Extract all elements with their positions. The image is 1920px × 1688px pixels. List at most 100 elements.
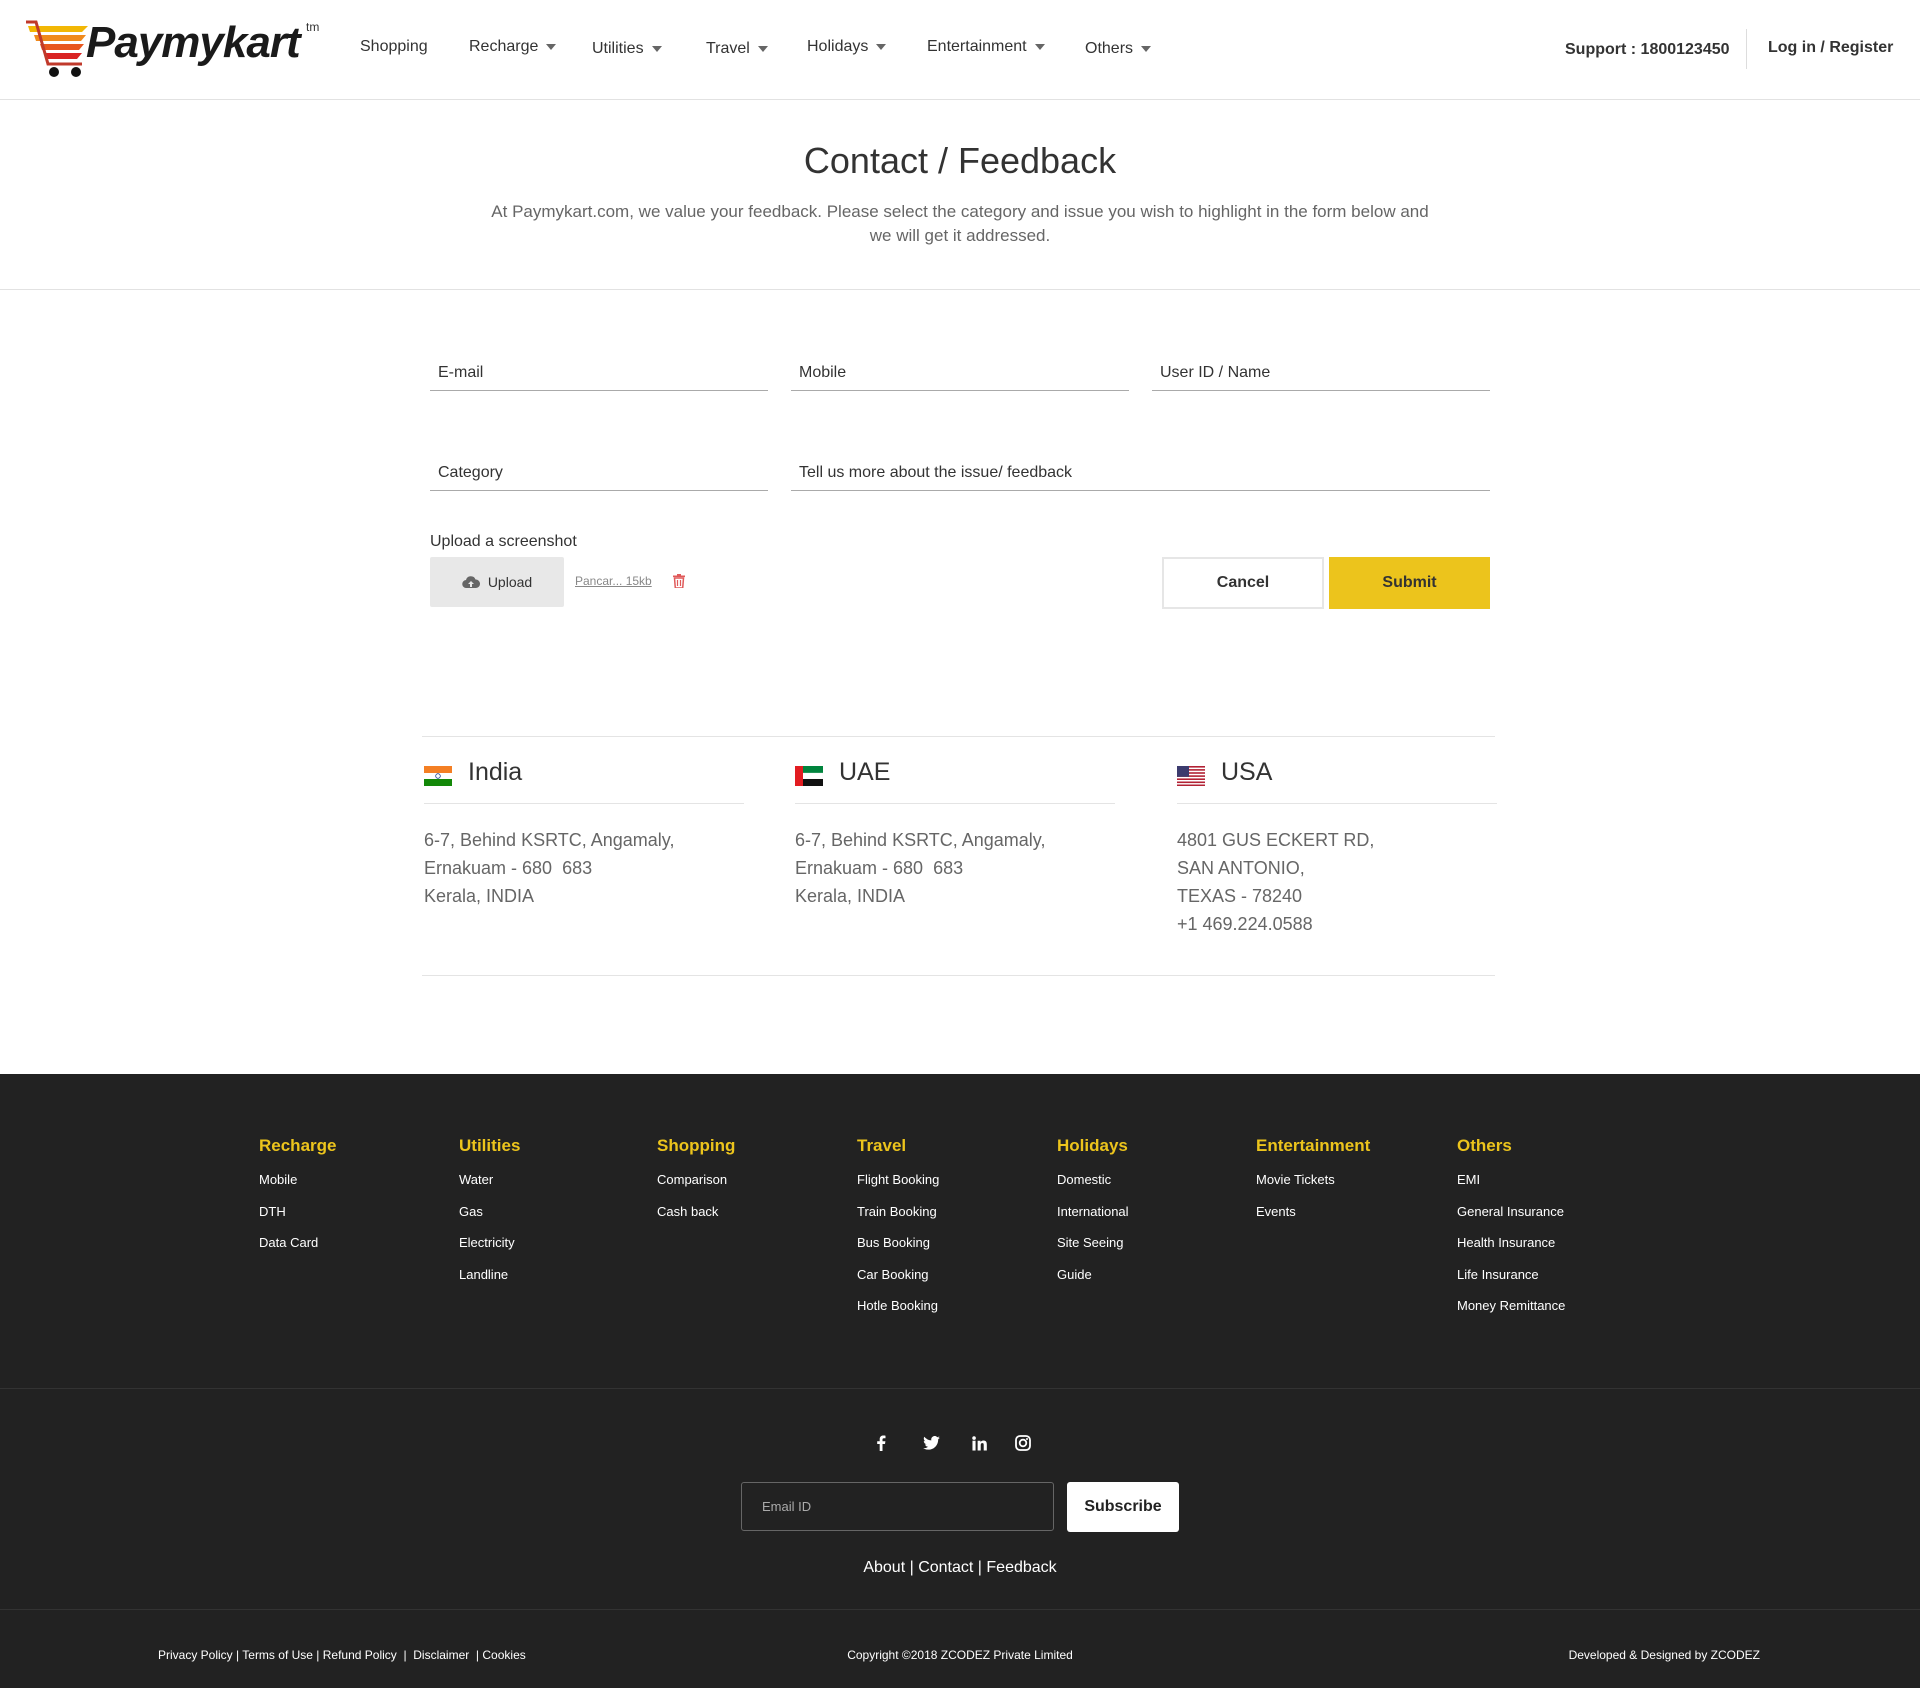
nav-others[interactable]: Others	[1085, 40, 1152, 58]
footer-link[interactable]: Domestic	[1057, 1164, 1129, 1196]
footer-link[interactable]: Gas	[459, 1196, 520, 1228]
category-input[interactable]	[430, 456, 768, 490]
footer-link[interactable]: Flight Booking	[857, 1164, 939, 1196]
nav-entertainment[interactable]: Entertainment	[927, 38, 1045, 56]
login-register-link[interactable]: Log in / Register	[1768, 39, 1893, 57]
footer-link[interactable]: Cash back	[657, 1196, 735, 1228]
footer-link[interactable]: Events	[1256, 1196, 1370, 1228]
linkedin-icon[interactable]	[968, 1432, 990, 1454]
footer-link[interactable]: Guide	[1057, 1259, 1129, 1291]
address-line: 4801 GUS ECKERT RD,	[1177, 830, 1375, 850]
footer-link[interactable]: Hotle Booking	[857, 1290, 939, 1322]
footer-link[interactable]: Comparison	[657, 1164, 735, 1196]
upload-label: Upload a screenshot	[430, 533, 577, 550]
footer-link[interactable]: Data Card	[259, 1227, 336, 1259]
office-divider	[795, 803, 1115, 804]
uploaded-file-link[interactable]: Pancar... 15kb	[575, 574, 652, 588]
category-field	[430, 456, 768, 491]
email-input[interactable]	[430, 356, 768, 390]
nav-label: Holidays	[807, 38, 869, 55]
office-header: UAE	[795, 756, 1115, 796]
footer-link[interactable]: General Insurance	[1457, 1196, 1565, 1228]
address-line: SAN ANTONIO,	[1177, 858, 1305, 878]
address-line: 6-7, Behind KSRTC, Angamaly,	[424, 830, 675, 850]
address-line: Kerala, INDIA	[424, 886, 535, 906]
cancel-button[interactable]: Cancel	[1162, 557, 1324, 609]
caret-down-icon	[651, 45, 662, 52]
footer-link[interactable]: Bus Booking	[857, 1227, 939, 1259]
footer-col-utilities: Utilities Water Gas Electricity Landline	[459, 1136, 520, 1290]
office-country: India	[468, 758, 523, 786]
newsletter-email-input[interactable]	[742, 1483, 1053, 1530]
footer-link[interactable]: Landline	[459, 1259, 520, 1291]
nav-label: Utilities	[592, 40, 644, 57]
submit-button[interactable]: Submit	[1329, 557, 1490, 609]
footer-link[interactable]: International	[1057, 1196, 1129, 1228]
feedback-link[interactable]: Feedback	[986, 1559, 1056, 1576]
address-line: Kerala, INDIA	[795, 886, 906, 906]
footer-col-others: Others EMI General Insurance Health Insu…	[1457, 1136, 1565, 1322]
footer-link[interactable]: Car Booking	[857, 1259, 939, 1291]
nav-recharge[interactable]: Recharge	[469, 38, 557, 56]
nav-label: Recharge	[469, 38, 539, 55]
footer-col-recharge: Recharge Mobile DTH Data Card	[259, 1136, 336, 1259]
office-divider	[424, 803, 744, 804]
office-address: 6-7, Behind KSRTC, Angamaly, Ernakuam - …	[424, 826, 674, 910]
about-link[interactable]: About	[863, 1559, 905, 1576]
address-line: 6-7, Behind KSRTC, Angamaly,	[795, 830, 1046, 850]
footer-link[interactable]: Electricity	[459, 1227, 520, 1259]
office-country: USA	[1221, 758, 1273, 786]
caret-down-icon	[546, 43, 557, 50]
footer-link[interactable]: Water	[459, 1164, 520, 1196]
contact-link[interactable]: Contact	[918, 1559, 973, 1576]
nav-utilities[interactable]: Utilities	[592, 40, 662, 58]
footer-link[interactable]: EMI	[1457, 1164, 1565, 1196]
footer-col-title: Shopping	[657, 1136, 736, 1155]
india-flag-icon	[424, 766, 452, 786]
nav-label: Others	[1085, 40, 1134, 57]
instagram-icon[interactable]	[1012, 1432, 1034, 1454]
office-country: UAE	[839, 758, 891, 786]
footer-link[interactable]: Health Insurance	[1457, 1227, 1565, 1259]
footer-col-travel: Travel Flight Booking Train Booking Bus …	[857, 1136, 939, 1322]
nav-label: Travel	[706, 40, 750, 57]
logo-trademark: tm	[306, 20, 320, 34]
office-header: India	[424, 756, 744, 796]
paymykart-logo[interactable]: Paymykart tm	[26, 18, 326, 80]
upload-button[interactable]: Upload	[430, 557, 564, 607]
cloud-upload-icon	[462, 576, 480, 588]
facebook-icon[interactable]	[870, 1432, 892, 1454]
caret-down-icon	[876, 43, 887, 50]
nav-holidays[interactable]: Holidays	[807, 38, 887, 56]
mobile-input[interactable]	[791, 356, 1129, 390]
support-phone: Support : 1800123450	[1565, 41, 1730, 58]
nav-shopping[interactable]: Shopping	[360, 38, 428, 56]
nav-travel[interactable]: Travel	[706, 40, 768, 58]
footer-link[interactable]: Mobile	[259, 1164, 336, 1196]
subscribe-button[interactable]: Subscribe	[1067, 1482, 1179, 1532]
footer-col-title: Others	[1457, 1136, 1512, 1155]
offices-bottom-divider	[422, 975, 1495, 976]
header-divider	[1746, 29, 1747, 69]
link-separator: |	[909, 1559, 919, 1576]
newsletter-email-field	[741, 1482, 1054, 1531]
feedback-input[interactable]	[791, 456, 1490, 490]
twitter-icon[interactable]	[920, 1432, 942, 1454]
footer-link[interactable]: Movie Tickets	[1256, 1164, 1370, 1196]
footer-col-title: Utilities	[459, 1136, 521, 1155]
developer-credit: Developed & Designed by ZCODEZ	[1568, 1648, 1760, 1662]
intro-section: Contact / Feedback At Paymykart.com, we …	[0, 100, 1920, 290]
userid-input[interactable]	[1152, 356, 1490, 390]
footer-col-title: Recharge	[259, 1136, 337, 1155]
footer-link[interactable]: Train Booking	[857, 1196, 939, 1228]
address-line: TEXAS - 78240	[1177, 886, 1303, 906]
office-divider	[1177, 803, 1497, 804]
caret-down-icon	[757, 45, 768, 52]
footer-link[interactable]: DTH	[259, 1196, 336, 1228]
footer-link[interactable]: Life Insurance	[1457, 1259, 1565, 1291]
delete-file-icon[interactable]	[673, 574, 685, 593]
footer-nav-links: About | Contact | Feedback	[0, 1559, 1920, 1577]
upload-button-label: Upload	[487, 574, 533, 590]
footer-link[interactable]: Money Remittance	[1457, 1290, 1565, 1322]
footer-link[interactable]: Site Seeing	[1057, 1227, 1129, 1259]
